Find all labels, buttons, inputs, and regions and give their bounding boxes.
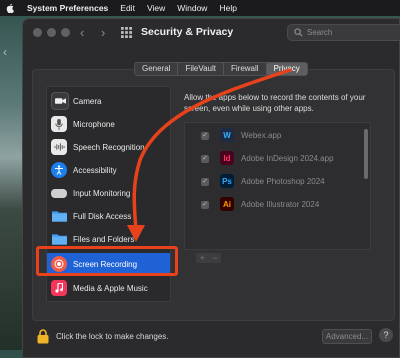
sidebar-item-speech-recognition[interactable]: Speech Recognition	[47, 136, 170, 158]
menu-system-preferences[interactable]: System Preferences	[27, 3, 108, 13]
add-remove-buttons: + −	[196, 253, 221, 263]
search-field[interactable]: Search	[287, 24, 400, 41]
sidebar-item-label: Microphone	[73, 119, 115, 129]
sidebar-item-media-apple-music[interactable]: Media & Apple Music	[47, 277, 170, 299]
menu-help[interactable]: Help	[219, 3, 236, 13]
app-checkbox[interactable]: ✓	[201, 155, 209, 163]
tab-general[interactable]: General	[135, 63, 179, 75]
tab-firewall[interactable]: Firewall	[224, 63, 267, 75]
privacy-pane: Camera Microphone Speech Recognition Acc…	[32, 69, 395, 321]
sidebar-item-full-disk-access[interactable]: Full Disk Access	[47, 205, 170, 227]
lock-icon[interactable]	[37, 329, 49, 344]
webex-app-icon: W	[220, 128, 234, 142]
minimize-button[interactable]	[47, 28, 56, 37]
background-window-chevron-icon: ‹	[3, 45, 7, 59]
search-placeholder: Search	[307, 28, 333, 37]
close-button[interactable]	[33, 28, 42, 37]
app-list[interactable]: ✓ W Webex.app ✓ Id Adobe InDesign 2024.a…	[184, 122, 371, 250]
tab-bar: General FileVault Firewall Privacy	[134, 62, 308, 76]
privacy-description: Allow the apps below to record the conte…	[184, 93, 366, 113]
indesign-app-icon: Id	[220, 151, 234, 165]
back-button[interactable]: ‹	[80, 25, 84, 40]
camera-icon	[51, 92, 69, 110]
tab-privacy[interactable]: Privacy	[266, 63, 307, 75]
menu-window[interactable]: Window	[177, 3, 207, 13]
remove-app-button[interactable]: −	[209, 253, 222, 263]
sidebar-item-label: Full Disk Access	[73, 211, 132, 221]
title-bar: ‹ › Security & Privacy Search	[23, 19, 400, 47]
app-list-scrollbar[interactable]	[364, 129, 368, 179]
sidebar-item-label: Camera	[73, 96, 102, 106]
app-name: Adobe Illustrator 2024	[241, 200, 320, 209]
forward-button[interactable]: ›	[101, 25, 105, 40]
sidebar-item-label: Accessibility	[73, 165, 117, 175]
app-name: Webex.app	[241, 131, 282, 140]
sidebar-item-input-monitoring[interactable]: Input Monitoring	[47, 182, 170, 204]
zoom-button[interactable]	[61, 28, 70, 37]
microphone-icon	[51, 116, 67, 132]
search-icon	[294, 28, 303, 37]
app-checkbox[interactable]: ✓	[201, 132, 209, 140]
app-name: Adobe InDesign 2024.app	[241, 154, 334, 163]
illustrator-app-icon: Ai	[220, 197, 234, 211]
list-item[interactable]: ✓ Ai Adobe Illustrator 2024	[185, 194, 370, 217]
sidebar-item-microphone[interactable]: Microphone	[47, 113, 170, 135]
tab-filevault[interactable]: FileVault	[178, 63, 224, 75]
advanced-button[interactable]: Advanced...	[322, 329, 372, 344]
sidebar-item-camera[interactable]: Camera	[47, 90, 170, 112]
window-title: Security & Privacy	[141, 26, 234, 38]
photoshop-app-icon: Ps	[220, 174, 234, 188]
menu-view[interactable]: View	[147, 3, 165, 13]
sidebar-item-label: Media & Apple Music	[73, 283, 148, 293]
folder-icon	[51, 231, 67, 247]
show-all-grid-icon[interactable]	[121, 27, 132, 38]
list-item[interactable]: ✓ W Webex.app	[185, 125, 370, 148]
sidebar-item-label: Files and Folders	[73, 234, 135, 244]
menu-edit[interactable]: Edit	[120, 3, 135, 13]
add-app-button[interactable]: +	[196, 253, 209, 263]
menu-bar: System Preferences Edit View Window Help	[0, 0, 400, 16]
sidebar-item-accessibility[interactable]: Accessibility	[47, 159, 170, 181]
app-checkbox[interactable]: ✓	[201, 178, 209, 186]
music-icon	[51, 280, 67, 296]
lock-message: Click the lock to make changes.	[56, 332, 169, 341]
sidebar-item-label: Input Monitoring	[73, 188, 131, 198]
help-button[interactable]: ?	[379, 328, 393, 342]
apple-icon[interactable]	[6, 3, 15, 13]
list-item[interactable]: ✓ Ps Adobe Photoshop 2024	[185, 171, 370, 194]
app-checkbox[interactable]: ✓	[201, 201, 209, 209]
keyboard-icon	[51, 189, 67, 198]
app-name: Adobe Photoshop 2024	[241, 177, 325, 186]
accessibility-icon	[51, 162, 67, 178]
list-item[interactable]: ✓ Id Adobe InDesign 2024.app	[185, 148, 370, 171]
speech-recognition-icon	[51, 139, 67, 155]
sidebar-item-label: Speech Recognition	[73, 142, 145, 152]
folder-icon	[51, 208, 67, 224]
security-privacy-window: ‹ › Security & Privacy Search Camera Mic…	[22, 18, 400, 358]
annotation-highlight-box	[36, 246, 178, 276]
